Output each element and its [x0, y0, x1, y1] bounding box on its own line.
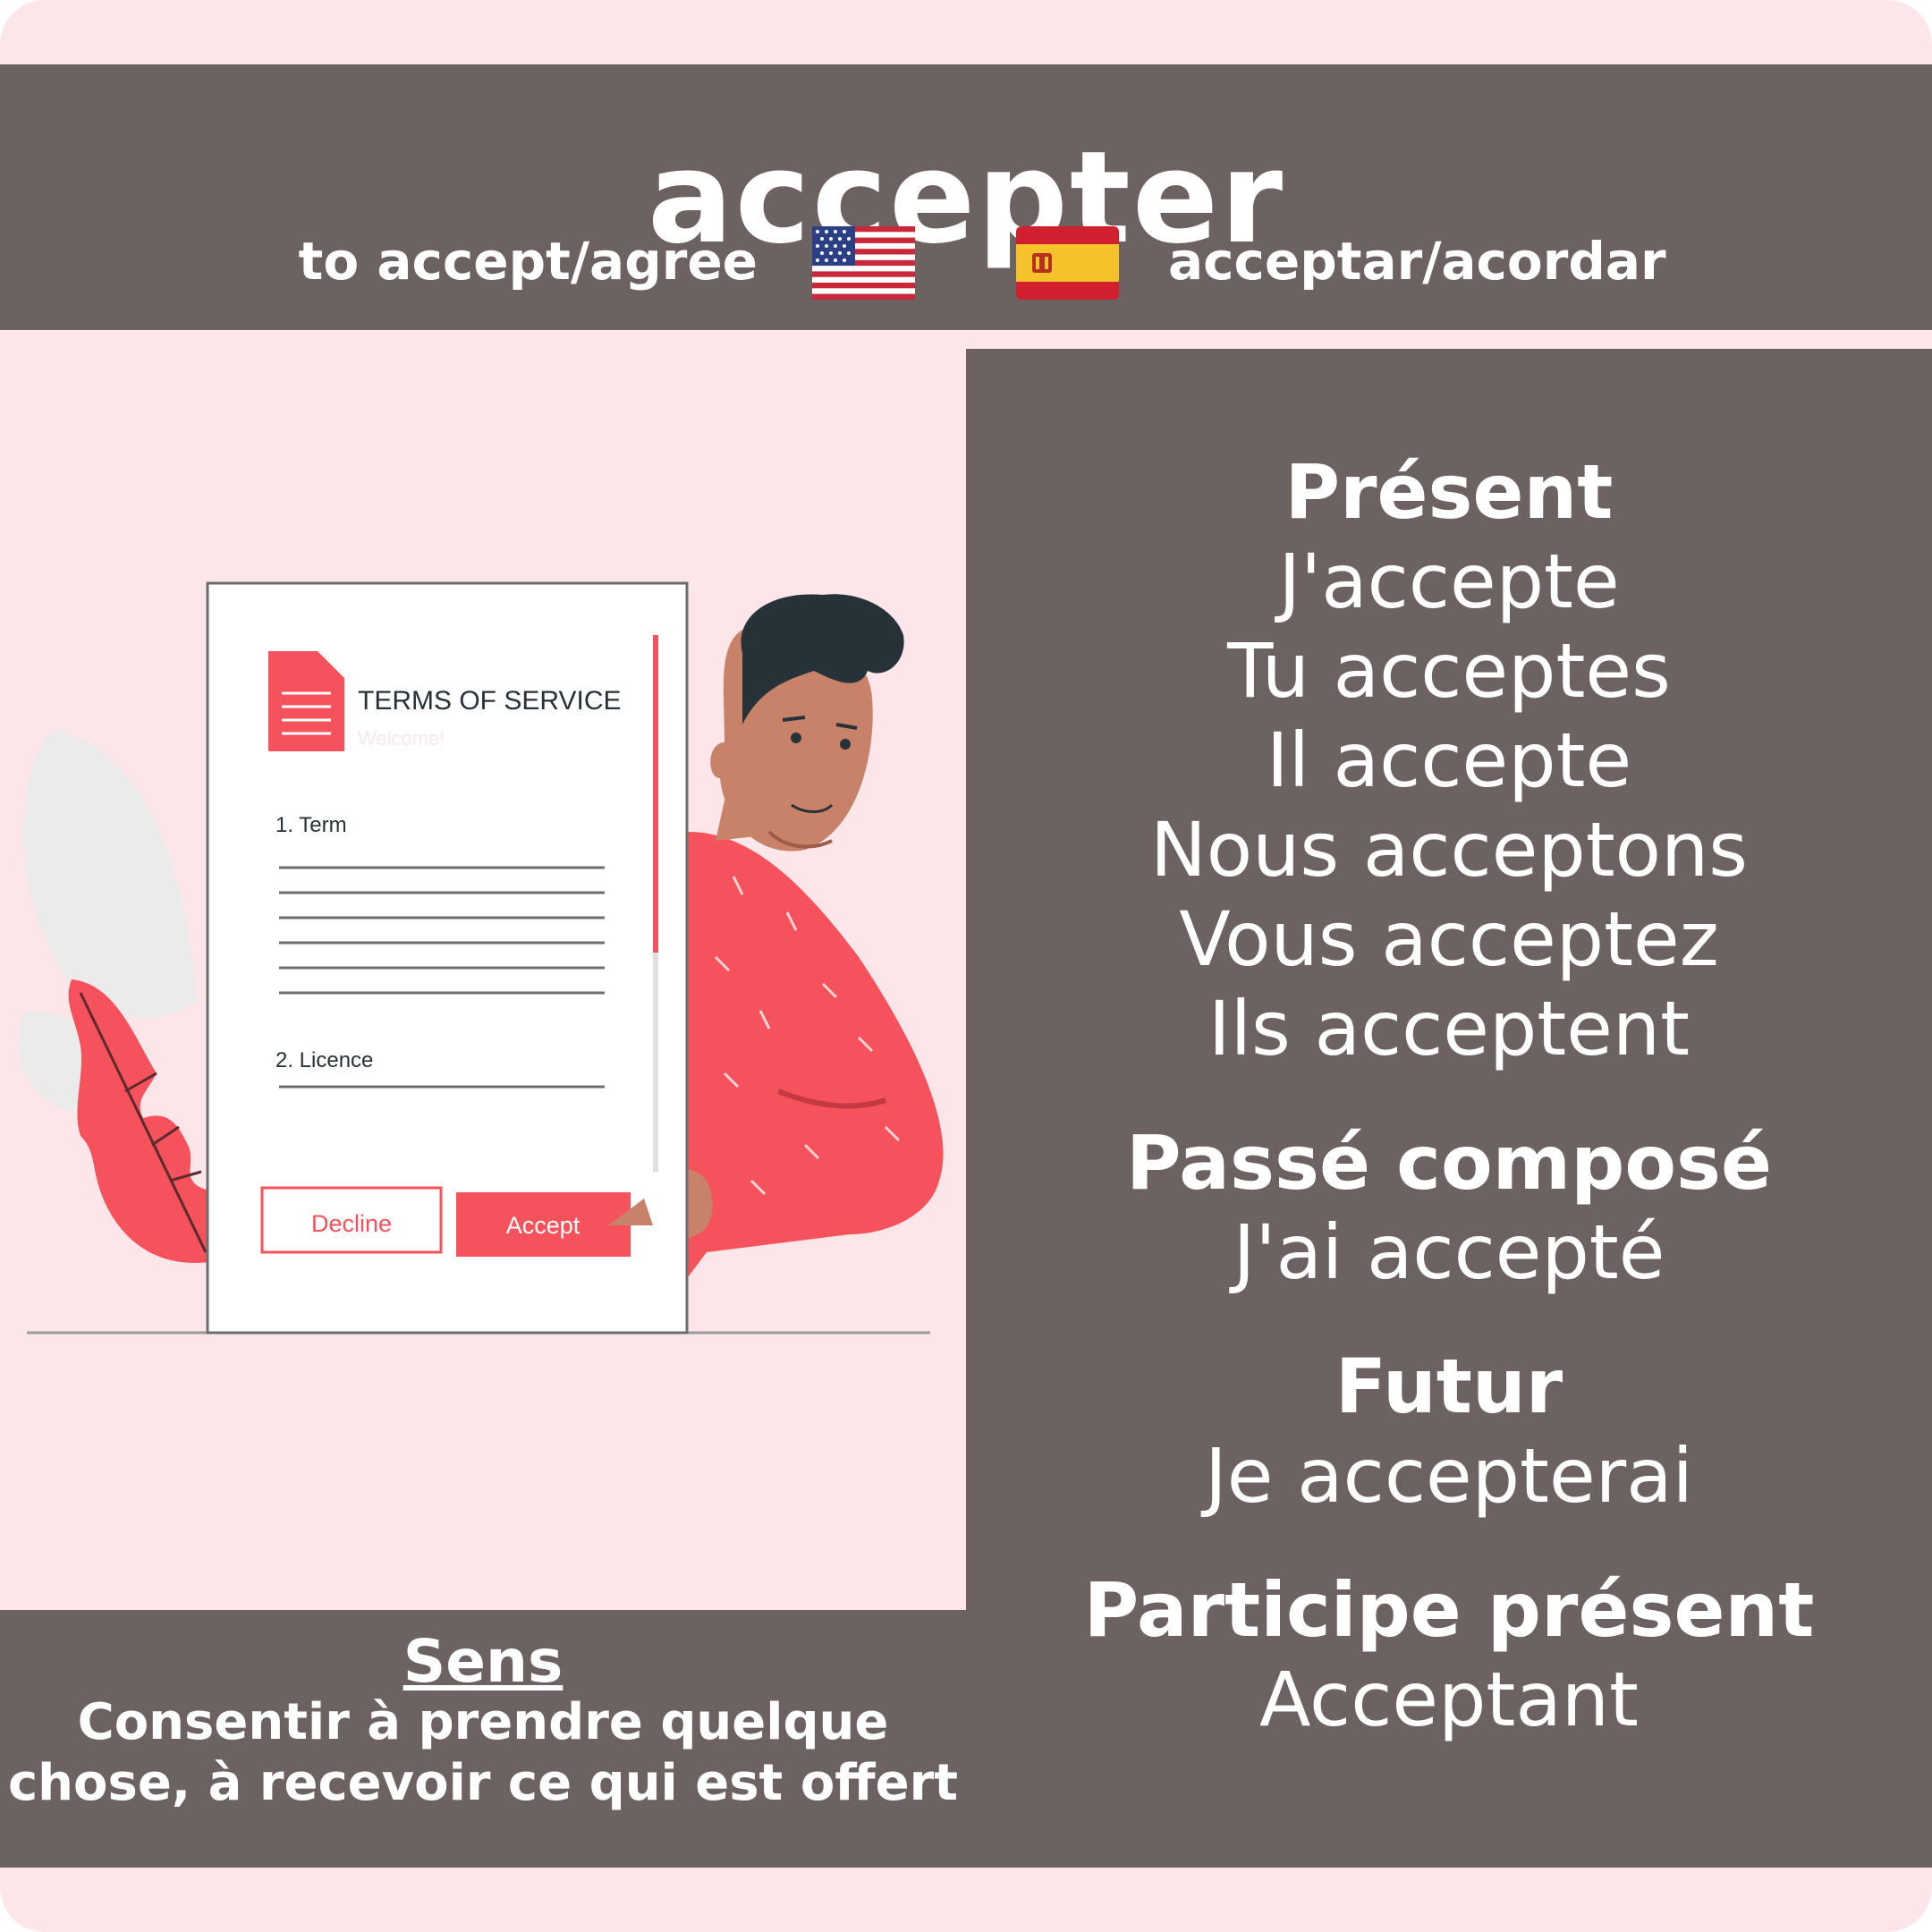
participe-present-section: Participe présent Acceptant [966, 1565, 1932, 1744]
present-line: Ils acceptent [1208, 985, 1690, 1072]
meaning-panel: Sens Consentir à prendre quelque chose, … [0, 1610, 966, 1868]
accept-label: Accept [506, 1212, 580, 1239]
us-flag-icon [812, 226, 915, 300]
grey-leaf-shape [23, 729, 197, 1019]
document-subtitle: Welcome! [358, 727, 445, 750]
decline-label: Decline [311, 1210, 392, 1237]
sens-line: chose, à recevoir ce qui est offert [7, 1754, 959, 1812]
header-banner: accepter to accept/agree acceptar/acorda… [0, 64, 1932, 330]
present-line: Vous acceptez [1179, 895, 1719, 983]
sens-heading: Sens [402, 1627, 564, 1696]
participe-present-heading: Participe présent [1083, 1566, 1815, 1654]
terms-of-service-illustration: TERMS OF SERVICE Welcome! 1. Term 2. Lic… [18, 581, 944, 1335]
conjugation-panel: Présent J'accepte Tu acceptes Il accepte… [966, 349, 1932, 1868]
document-title: TERMS OF SERVICE [358, 686, 622, 716]
document-section-2: 2. Licence [275, 1048, 373, 1072]
participe-present-line: Acceptant [1259, 1656, 1639, 1743]
present-heading: Présent [1284, 448, 1614, 536]
present-line: Tu acceptes [1227, 627, 1671, 715]
passe-compose-line: J'ai accepté [1233, 1208, 1665, 1296]
vocabulary-card: accepter to accept/agree acceptar/acorda… [0, 0, 1932, 1932]
spanish-translation: acceptar/acordar [1168, 231, 1666, 292]
futur-section: Futur Je accepterai [966, 1342, 1932, 1521]
present-line: J'accepte [1278, 538, 1620, 625]
futur-line: Je accepterai [1205, 1432, 1693, 1520]
spain-flag-icon [1016, 226, 1119, 300]
document-section-1: 1. Term [275, 813, 347, 837]
person-torso-shape [680, 832, 944, 1288]
present-line: Il accepte [1266, 716, 1632, 804]
passe-compose-heading: Passé composé [1125, 1119, 1773, 1207]
present-line: Nous acceptons [1149, 806, 1749, 894]
english-translation: to accept/agree [298, 231, 758, 292]
passe-compose-section: Passé composé J'ai accepté [966, 1118, 1932, 1297]
sens-definition: Consentir à prendre quelque chose, à rec… [0, 1692, 966, 1814]
present-section: Présent J'accepte Tu acceptes Il accepte… [966, 447, 1932, 1073]
futur-heading: Futur [1335, 1343, 1563, 1430]
sens-line: Consentir à prendre quelque [77, 1693, 889, 1751]
